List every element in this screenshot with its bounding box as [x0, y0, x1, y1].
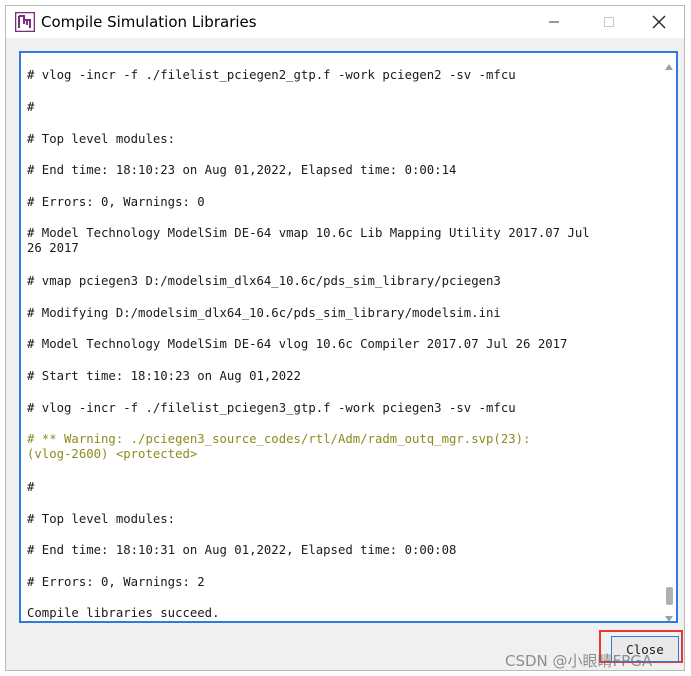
log-output-panel[interactable]: # vlog -incr -f ./filelist_pciegen2_gtp.… [19, 51, 678, 623]
close-icon [652, 15, 666, 29]
vertical-scrollbar[interactable] [662, 53, 676, 621]
log-line: # Errors: 0, Warnings: 2 [27, 575, 205, 589]
scroll-thumb[interactable] [666, 587, 673, 605]
window-close-button[interactable] [636, 6, 682, 38]
watermark: CSDN @小眼睛FPGA [505, 652, 653, 670]
log-line: # Model Technology ModelSim DE-64 vmap 1… [27, 226, 590, 255]
window-title: Compile Simulation Libraries [41, 13, 257, 31]
log-line: # vlog -incr -f ./filelist_pciegen3_gtp.… [27, 401, 516, 415]
log-line: # Modifying D:/modelsim_dlx64_10.6c/pds_… [27, 306, 501, 320]
minimize-button[interactable] [531, 6, 577, 38]
title-bar[interactable]: Compile Simulation Libraries [6, 6, 684, 38]
log-line: # End time: 18:10:23 on Aug 01,2022, Ela… [27, 163, 457, 177]
app-logo-icon [14, 11, 36, 33]
log-content: # vlog -incr -f ./filelist_pciegen2_gtp.… [27, 53, 657, 621]
log-line: Compile libraries succeed. [27, 606, 220, 620]
log-line: # [27, 480, 35, 494]
log-line: # Top level modules: [27, 132, 176, 146]
scroll-down-arrow-icon[interactable] [665, 609, 673, 621]
log-line: # Errors: 0, Warnings: 0 [27, 195, 205, 209]
log-line: # [27, 100, 35, 114]
log-line: # vmap pciegen3 D:/modelsim_dlx64_10.6c/… [27, 274, 501, 288]
maximize-icon [603, 16, 615, 28]
log-line: # vlog -incr -f ./filelist_pciegen2_gtp.… [27, 68, 516, 82]
dialog-window: Compile Simulation Libraries # vlog -inc… [5, 5, 685, 671]
log-warning-line: # ** Warning: ./pciegen3_source_codes/rt… [27, 432, 531, 461]
maximize-button[interactable] [586, 6, 632, 38]
log-line: # Start time: 18:10:23 on Aug 01,2022 [27, 369, 301, 383]
scroll-up-arrow-icon[interactable] [665, 57, 673, 75]
log-line: # Model Technology ModelSim DE-64 vlog 1… [27, 337, 568, 351]
log-line: # End time: 18:10:31 on Aug 01,2022, Ela… [27, 543, 457, 557]
minimize-icon [548, 16, 560, 28]
log-line: # Top level modules: [27, 512, 176, 526]
